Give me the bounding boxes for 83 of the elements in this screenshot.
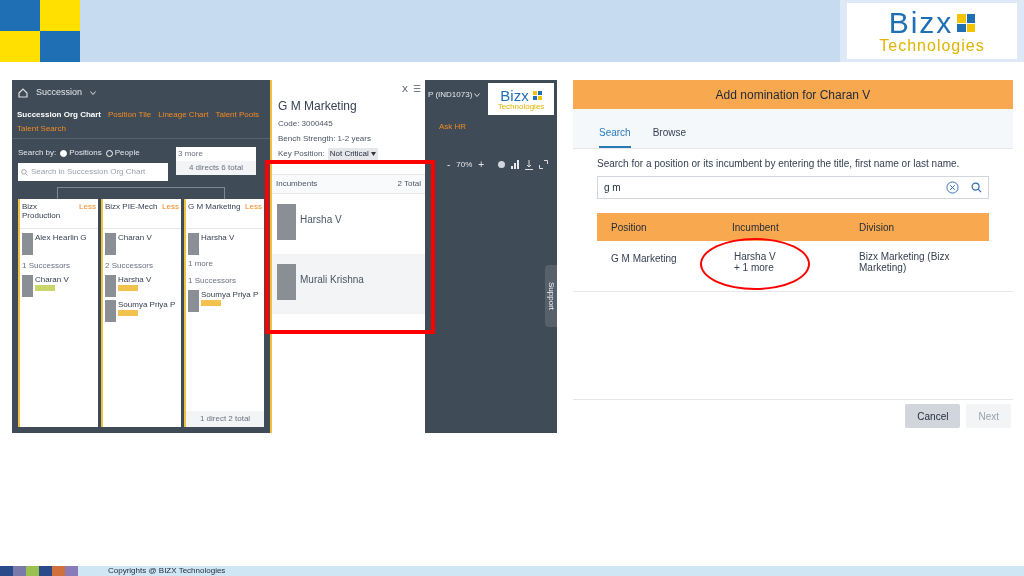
card-title: Bizx PIE-Mech [105, 202, 158, 211]
photo-placeholder [22, 233, 33, 255]
photo-placeholder [105, 275, 116, 297]
nav-tab[interactable]: Talent Search [17, 123, 66, 135]
incumbent-row[interactable]: Murali Krishna [272, 253, 425, 314]
person-name: Soumya Priya P [201, 290, 259, 299]
squares-logo-icon [0, 0, 80, 62]
incumbents-label: Incumbents [276, 177, 318, 190]
instruction-text: Search for a position or its incumbent by entering the title, first name or last name. [596, 158, 961, 169]
column-header: Division [859, 220, 895, 235]
squares-logo-icon [957, 14, 976, 32]
bar-chart-icon[interactable] [511, 160, 520, 169]
radio-option[interactable]: Positions [60, 147, 102, 159]
bench-strength: Bench Strength: 1-2 years [278, 132, 372, 145]
logo-subtitle: Technologies [879, 38, 985, 54]
person-name: Soumya Priya P [118, 300, 176, 309]
radio-option[interactable]: People [105, 147, 140, 159]
photo-placeholder [277, 203, 296, 240]
photo-placeholder [277, 263, 296, 300]
card-title: Bizx Production [22, 202, 62, 220]
nav-tab[interactable]: Ask HR [439, 121, 467, 133]
panel-title: G M Marketing [278, 97, 358, 115]
more-text: 1 more [188, 258, 214, 270]
nav-tab[interactable]: Position Tile [108, 109, 152, 121]
squares-logo-icon [532, 90, 542, 100]
search-icon [21, 168, 28, 176]
position-code: Code: 3000445 [278, 117, 334, 130]
photo-placeholder [188, 233, 199, 255]
person-name: Harsha V [118, 275, 152, 284]
card-title: G M Marketing [188, 202, 241, 211]
column-header: Incumbent [732, 220, 780, 235]
zoom-in-button[interactable]: + [478, 157, 485, 172]
search-icon[interactable] [971, 182, 982, 193]
table-cell: + 1 more [734, 262, 774, 273]
clear-icon[interactable] [946, 181, 959, 194]
nav-tab[interactable]: Talent Pools [215, 109, 260, 121]
nav-tab[interactable]: Succession Org Chart [17, 109, 102, 121]
menu-button[interactable]: ☰ [413, 83, 421, 97]
table-cell-text: Bizx Marketing (Bizx Marketing) [859, 251, 951, 275]
person-name: Charan V [35, 275, 69, 284]
copyright-text: Copyrights @ BIZX Technologies [108, 566, 226, 576]
search-by-label: Search by: [18, 147, 57, 159]
photo-placeholder [105, 233, 116, 255]
support-tab[interactable]: Support [545, 265, 557, 327]
successor-count: 1 Successors [188, 275, 238, 287]
dialog-button[interactable]: Cancel [905, 404, 961, 428]
successor-count: 2 Successors [105, 260, 155, 272]
successor-count: 1 Successors [22, 260, 72, 272]
logo-text: Bizx [888, 8, 954, 38]
dialog-tab[interactable]: Browse [652, 125, 687, 148]
user-menu[interactable]: P (IND1073) [428, 89, 473, 101]
chevron-down-icon[interactable] [474, 93, 481, 97]
dialog-title: Add nomination for Charan V [573, 80, 1013, 109]
chevron-down-icon[interactable] [90, 91, 97, 95]
person-name: Alex Hearlin G [35, 233, 87, 244]
download-icon[interactable] [525, 159, 534, 170]
zoom-out-button[interactable]: - [447, 157, 451, 172]
table-cell-text: G M Marketing [611, 252, 678, 266]
column-header: Position [611, 220, 648, 235]
dropdown-arrow-icon [370, 151, 376, 156]
node-text: 3 more [177, 148, 204, 160]
node-footer: 4 directs 6 total [176, 161, 256, 175]
module-menu[interactable]: Succession [36, 86, 83, 100]
home-icon[interactable] [18, 88, 28, 98]
photo-placeholder [105, 300, 116, 322]
search-field[interactable]: g m [597, 176, 989, 199]
zoom-level: 70% [456, 158, 473, 171]
result-row[interactable]: G M Marketing Harsha V + 1 more Bizx Marketing (Bizx Marketing) [597, 241, 989, 291]
key-position-label: Key Position: [278, 147, 325, 160]
dialog-tab[interactable]: Search [599, 125, 631, 148]
incumbents-total: 2 Total [397, 177, 421, 190]
table-cell: Harsha V [734, 251, 776, 262]
expand-icon[interactable] [539, 160, 549, 169]
nav-tab[interactable]: Lineage Chart [158, 109, 209, 121]
card-footer: 1 direct 2 total [186, 411, 264, 427]
logo-text: Bizx [500, 87, 529, 103]
logo-subtitle: Technologies [497, 102, 545, 111]
photo-placeholder [22, 275, 33, 297]
key-position-dropdown[interactable]: Not Critical [327, 147, 378, 160]
person-name: Charan V [118, 233, 152, 244]
close-button[interactable]: X [402, 83, 408, 97]
photo-placeholder [188, 290, 199, 312]
person-name: Harsha V [201, 233, 235, 244]
